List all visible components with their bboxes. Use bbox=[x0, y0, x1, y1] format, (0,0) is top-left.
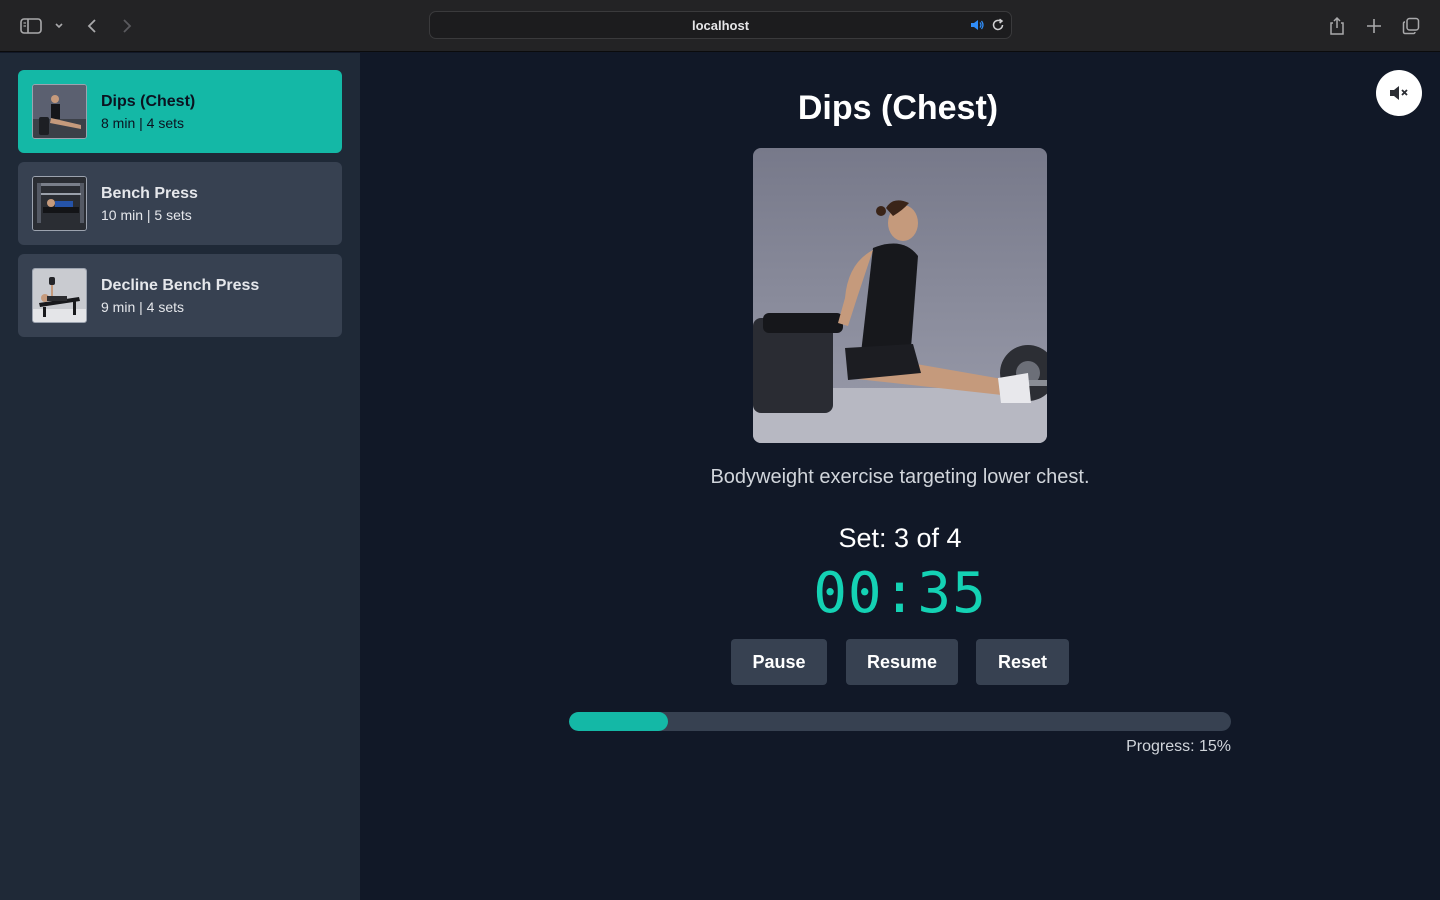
sidebar-toggle-icon[interactable] bbox=[18, 14, 44, 38]
exercise-card-title: Dips (Chest) bbox=[101, 93, 196, 110]
set-counter: Set: 3 of 4 bbox=[838, 523, 962, 553]
new-tab-icon[interactable] bbox=[1362, 14, 1386, 38]
forward-icon[interactable] bbox=[117, 14, 137, 38]
speaker-icon[interactable] bbox=[969, 17, 985, 33]
back-icon[interactable] bbox=[82, 14, 102, 38]
reset-button[interactable]: Reset bbox=[976, 639, 1069, 685]
chevron-down-icon[interactable] bbox=[52, 14, 66, 38]
progress-bar bbox=[569, 712, 1231, 731]
exercise-thumbnail-dips bbox=[32, 84, 87, 139]
exercise-sidebar: Dips (Chest) 8 min | 4 sets Bench Press … bbox=[0, 53, 360, 900]
address-bar[interactable]: localhost bbox=[429, 11, 1012, 39]
exercise-card-meta: 8 min | 4 sets bbox=[101, 115, 185, 131]
progress-fill bbox=[569, 712, 669, 731]
exercise-card-decline-bench-press[interactable]: Decline Bench Press 9 min | 4 sets bbox=[18, 254, 342, 337]
exercise-card-meta: 9 min | 4 sets bbox=[101, 299, 185, 315]
share-icon[interactable] bbox=[1325, 14, 1349, 38]
pause-button[interactable]: Pause bbox=[731, 639, 827, 685]
exercise-thumbnail-decline-bench-press bbox=[32, 268, 87, 323]
workout-panel: Dips (Chest) Bodyweight exercise targeti… bbox=[360, 53, 1440, 900]
exercise-card-title: Decline Bench Press bbox=[101, 277, 260, 294]
exercise-card-title: Bench Press bbox=[101, 185, 198, 202]
resume-button[interactable]: Resume bbox=[846, 639, 958, 685]
browser-toolbar: localhost bbox=[0, 0, 1440, 52]
exercise-card-bench-press[interactable]: Bench Press 10 min | 5 sets bbox=[18, 162, 342, 245]
progress-label: Progress: 15% bbox=[1126, 738, 1231, 755]
exercise-card-dips[interactable]: Dips (Chest) 8 min | 4 sets bbox=[18, 70, 342, 153]
tabs-overview-icon[interactable] bbox=[1399, 14, 1423, 38]
exercise-image bbox=[753, 148, 1047, 443]
url-text: localhost bbox=[691, 18, 750, 33]
reload-icon[interactable] bbox=[990, 17, 1006, 33]
countdown-timer: 00:35 bbox=[813, 561, 987, 626]
exercise-card-meta: 10 min | 5 sets bbox=[101, 207, 192, 223]
exercise-thumbnail-bench-press bbox=[32, 176, 87, 231]
exercise-title: Dips (Chest) bbox=[797, 89, 999, 127]
exercise-description: Bodyweight exercise targeting lower ches… bbox=[710, 466, 1090, 488]
